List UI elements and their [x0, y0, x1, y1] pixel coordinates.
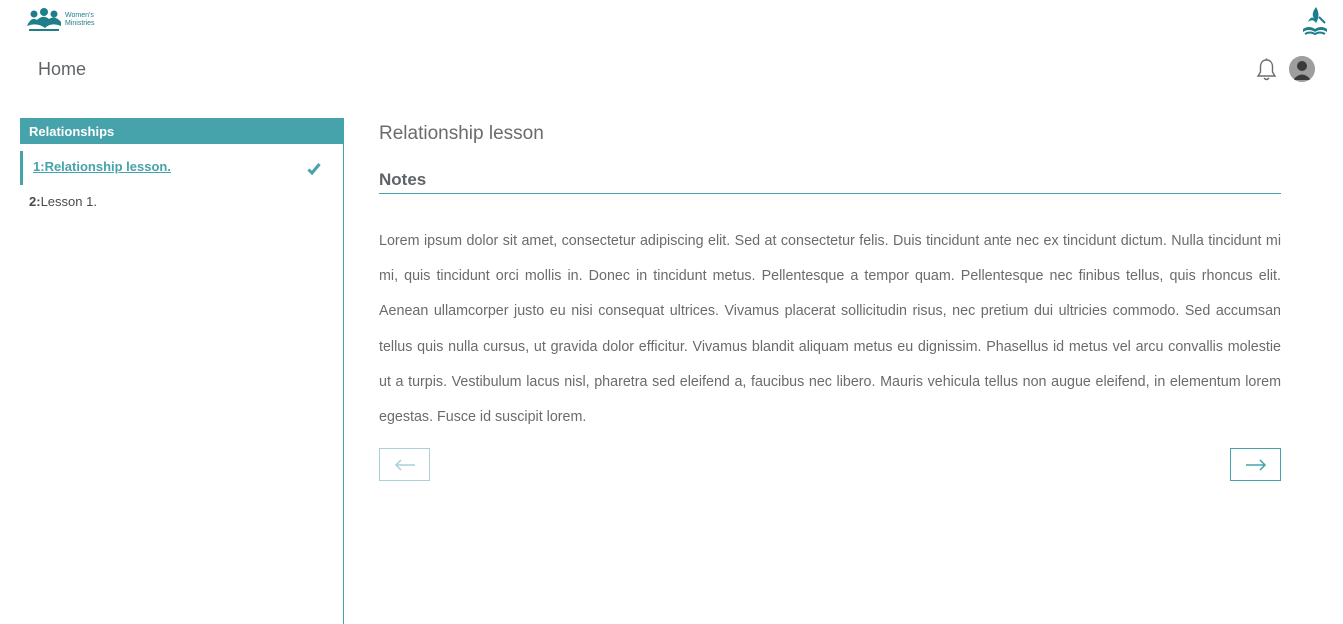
top-bar: Women's Ministries	[0, 0, 1343, 44]
notes-heading: Notes	[379, 170, 1281, 194]
page-title: Home	[38, 59, 87, 79]
lesson-2-label[interactable]: 2:Lesson 1.	[29, 194, 97, 209]
arrow-right-icon	[1245, 458, 1266, 471]
check-icon	[307, 156, 321, 188]
lesson-2-title: Lesson 1.	[40, 194, 97, 209]
sidebar-lesson-1[interactable]: 1:Relationship lesson.	[20, 151, 343, 185]
bell-icon[interactable]	[1256, 58, 1277, 87]
sidebar-lesson-2[interactable]: 2:Lesson 1.	[20, 186, 343, 220]
next-lesson-button[interactable]	[1230, 448, 1281, 481]
lesson-content: Relationship lesson Notes Lorem ipsum do…	[379, 118, 1281, 481]
lesson-1-label[interactable]: 1:Relationship lesson.	[33, 159, 171, 174]
lesson-title: Relationship lesson	[379, 123, 544, 144]
logo-text: Women's Ministries	[65, 12, 95, 28]
lesson-1-title: Relationship lesson.	[44, 159, 171, 174]
notes-text: Lorem ipsum dolor sit amet, consectetur …	[379, 233, 1281, 426]
user-avatar-icon[interactable]	[1289, 56, 1315, 82]
womens-ministries-logo[interactable]: Women's Ministries	[25, 6, 95, 34]
church-flame-logo-icon	[1301, 5, 1329, 42]
lesson-2-number: 2:	[29, 194, 41, 209]
logo-line-2: Ministries	[65, 20, 95, 27]
arrow-left-icon	[394, 458, 415, 471]
lesson-sidebar: Relationships 1:Relationship lesson. 2:L…	[20, 118, 344, 624]
womens-ministries-emblem-icon	[27, 8, 61, 31]
logo-line-1: Women's	[65, 12, 94, 19]
sidebar-title: Relationships	[20, 118, 343, 144]
lesson-1-number: 1:	[33, 159, 45, 174]
previous-lesson-button[interactable]	[379, 448, 430, 481]
